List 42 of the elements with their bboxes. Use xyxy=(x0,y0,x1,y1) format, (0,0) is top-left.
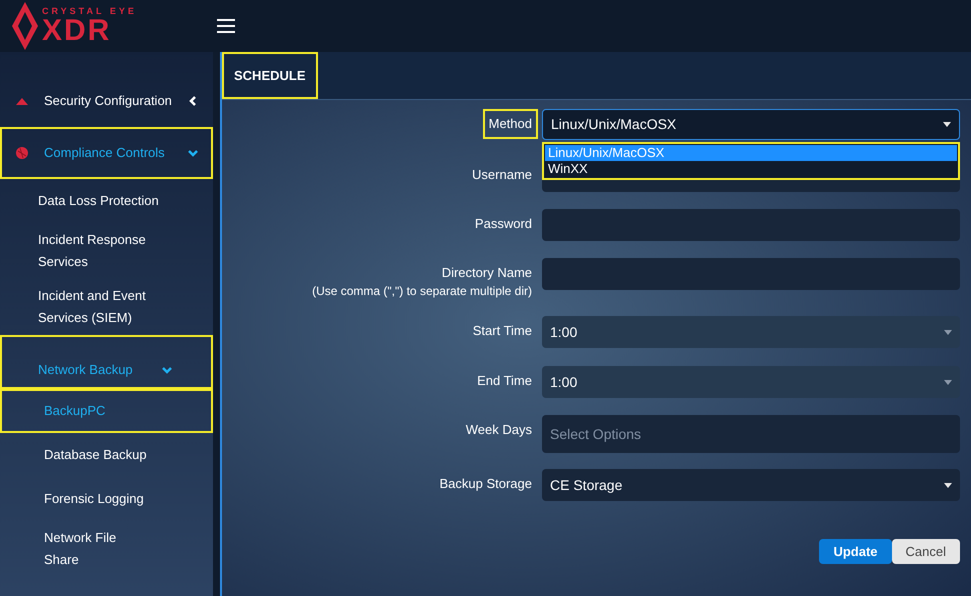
field-label: Start Time xyxy=(472,322,532,340)
field-label: Password xyxy=(474,215,532,233)
sidebar-item[interactable]: Database Backup xyxy=(0,433,213,477)
dropdown-arrow-icon xyxy=(944,380,952,384)
triangle-icon xyxy=(16,97,28,105)
field-label: Directory Name xyxy=(442,264,532,282)
select-field[interactable]: Linux/Unix/MacOSX xyxy=(542,109,960,140)
input-field[interactable] xyxy=(542,258,960,290)
dropdown-arrow-icon xyxy=(944,330,952,334)
sidebar-item[interactable]: Network Backup xyxy=(0,335,213,389)
field-label: Method xyxy=(482,109,538,139)
field-label: Backup Storage xyxy=(439,475,532,493)
sidebar-item[interactable]: Incident Response Services xyxy=(0,223,213,279)
select-field[interactable]: 1:00 xyxy=(542,366,960,398)
dropdown-arrow-icon xyxy=(944,482,952,488)
schedule-tab[interactable]: SCHEDULE xyxy=(222,52,318,99)
brand-name: CRYSTAL EYE xyxy=(42,6,137,16)
sidebar-item[interactable]: Security Configuration xyxy=(0,75,213,127)
field-label: Username xyxy=(472,166,532,184)
chevron-down-icon xyxy=(161,364,173,376)
update-button[interactable]: Update xyxy=(819,539,892,564)
sidebar-item[interactable]: Network File Share xyxy=(0,521,213,577)
sidebar-item[interactable]: BackupPC xyxy=(0,389,213,433)
chevron-left-icon xyxy=(187,95,199,107)
sidebar-item[interactable]: Incident and Event Services (SIEM) xyxy=(0,279,213,335)
cancel-button[interactable]: Cancel xyxy=(892,539,960,564)
sidebar-item[interactable]: Data Loss Protection xyxy=(0,179,213,223)
sidebar-item[interactable]: Compliance Controls xyxy=(0,127,213,179)
select-field[interactable]: CE Storage xyxy=(542,469,960,501)
sidebar-item[interactable]: Forensic Logging xyxy=(0,477,213,521)
input-field[interactable] xyxy=(542,209,960,241)
field-label: End Time xyxy=(477,372,532,390)
dropdown-option[interactable]: WinXX xyxy=(545,161,957,177)
logo-icon xyxy=(12,0,38,52)
multiselect-field[interactable]: Select Options xyxy=(542,415,960,453)
field-label: Week Days xyxy=(466,421,532,439)
dropdown-arrow-icon xyxy=(943,122,951,127)
chevron-down-icon xyxy=(187,147,199,159)
select-field[interactable]: 1:00 xyxy=(542,316,960,348)
menu-icon[interactable] xyxy=(217,19,235,33)
product-name: XDR xyxy=(42,16,112,46)
field-hint: (Use comma (",") to separate multiple dir) xyxy=(312,283,532,300)
